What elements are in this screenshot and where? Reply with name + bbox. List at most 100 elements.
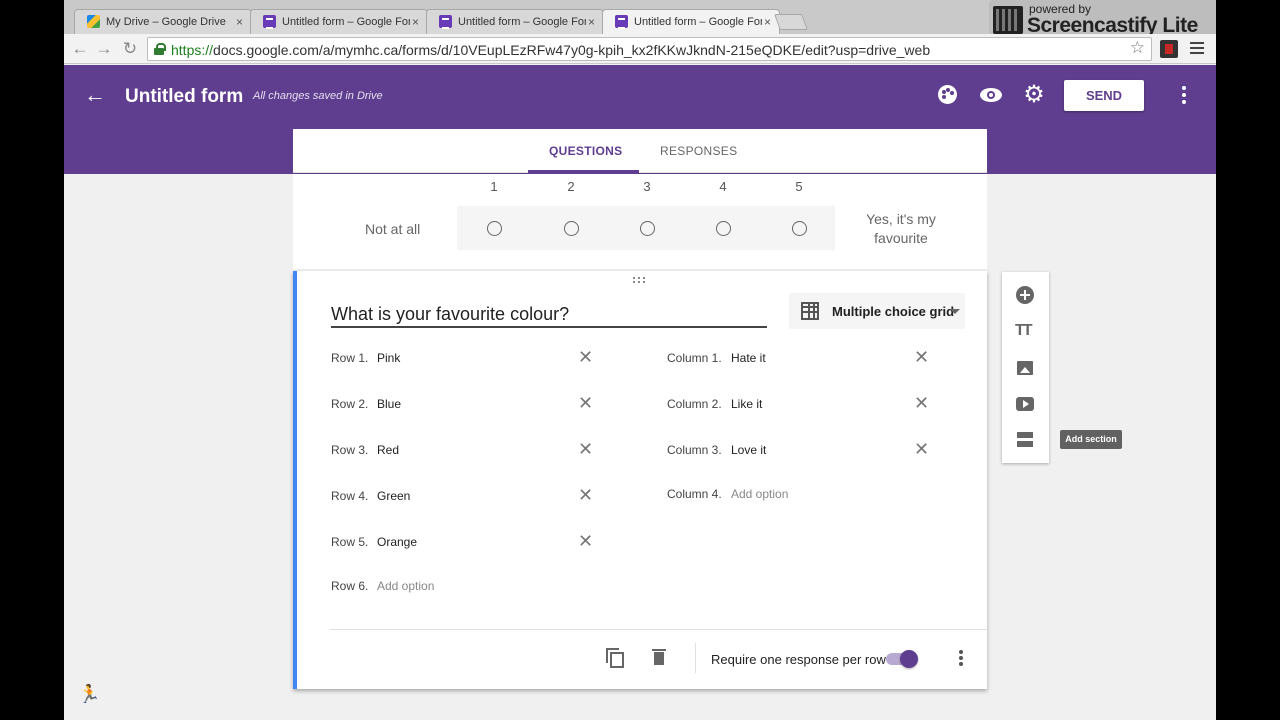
require-response-label: Require one response per row bbox=[711, 652, 886, 667]
add-video-icon[interactable] bbox=[1015, 394, 1035, 414]
preview-eye-icon[interactable] bbox=[979, 83, 1003, 107]
form-title[interactable]: Untitled form bbox=[125, 86, 243, 108]
require-response-toggle[interactable] bbox=[886, 650, 920, 668]
remove-icon[interactable]: ✕ bbox=[578, 486, 593, 504]
linear-scale-question-card[interactable]: 1 2 3 4 5 Not at all Yes, it's my favour… bbox=[293, 174, 987, 269]
browser-tab-form-1[interactable]: Untitled form – Google Forms × bbox=[250, 9, 428, 34]
duplicate-icon[interactable] bbox=[606, 648, 624, 668]
back-arrow-icon[interactable]: ← bbox=[83, 83, 107, 107]
remove-icon[interactable]: ✕ bbox=[914, 440, 929, 458]
close-tab-icon[interactable]: × bbox=[412, 15, 419, 29]
screen: My Drive – Google Drive × Untitled form … bbox=[64, 0, 1216, 720]
add-section-icon[interactable] bbox=[1015, 430, 1035, 450]
grid-icon bbox=[801, 302, 819, 320]
back-arrow-icon[interactable]: ← bbox=[70, 39, 90, 59]
browser-tab-form-2[interactable]: Untitled form – Google Forms × bbox=[426, 9, 604, 34]
google-drive-icon bbox=[87, 15, 100, 28]
column-number: Column 1. bbox=[667, 351, 722, 365]
palette-icon[interactable] bbox=[936, 83, 960, 107]
grid-row-option[interactable]: Row 1. Pink ✕ bbox=[331, 348, 593, 369]
scale-radio bbox=[792, 221, 807, 236]
add-image-icon[interactable] bbox=[1015, 358, 1035, 378]
close-tab-icon[interactable]: × bbox=[764, 15, 771, 29]
grid-column-option[interactable]: Column 2. Like it ✕ bbox=[667, 394, 929, 415]
remove-icon[interactable]: ✕ bbox=[914, 394, 929, 412]
forward-arrow-icon[interactable]: → bbox=[94, 39, 114, 59]
runner-icon[interactable]: 🏃 bbox=[78, 684, 100, 704]
scale-low-label: Not at all bbox=[365, 221, 421, 237]
question-card[interactable]: What is your favourite colour? Multiple … bbox=[293, 271, 987, 689]
active-tab-indicator bbox=[528, 170, 639, 173]
remove-icon[interactable]: ✕ bbox=[578, 440, 593, 458]
remove-icon[interactable]: ✕ bbox=[578, 394, 593, 412]
row-number: Row 4. bbox=[331, 489, 369, 503]
column-value[interactable]: Hate it bbox=[731, 351, 766, 365]
row-value[interactable]: Red bbox=[377, 443, 399, 457]
scale-number: 2 bbox=[567, 179, 575, 194]
browser-tab-drive[interactable]: My Drive – Google Drive × bbox=[74, 9, 252, 34]
address-bar[interactable]: https://docs.google.com/a/mymhc.ca/forms… bbox=[147, 37, 1152, 61]
grid-row-option[interactable]: Row 3. Red ✕ bbox=[331, 440, 593, 461]
add-option-placeholder[interactable]: Add option bbox=[377, 579, 434, 593]
scale-number: 4 bbox=[719, 179, 727, 194]
remove-icon[interactable]: ✕ bbox=[578, 532, 593, 550]
row-number: Row 2. bbox=[331, 397, 369, 411]
scale-radio bbox=[487, 221, 502, 236]
more-vert-icon[interactable] bbox=[1174, 85, 1194, 107]
side-toolbar: TT bbox=[1002, 272, 1049, 463]
url-text: https://docs.google.com/a/mymhc.ca/forms… bbox=[171, 42, 931, 58]
lock-icon bbox=[154, 43, 166, 55]
footer-separator bbox=[695, 643, 696, 673]
scale-radio bbox=[640, 221, 655, 236]
scale-number: 5 bbox=[795, 179, 803, 194]
row-number: Row 6. bbox=[331, 579, 369, 593]
screencastify-extension-icon[interactable] bbox=[1160, 40, 1178, 58]
google-forms-icon bbox=[439, 15, 452, 29]
row-value[interactable]: Green bbox=[377, 489, 410, 503]
film-icon bbox=[993, 6, 1023, 34]
question-title-input[interactable]: What is your favourite colour? bbox=[331, 304, 767, 328]
grid-column-option[interactable]: Column 3. Love it ✕ bbox=[667, 440, 929, 461]
close-tab-icon[interactable]: × bbox=[588, 15, 595, 29]
row-value[interactable]: Blue bbox=[377, 397, 401, 411]
new-tab-button[interactable] bbox=[774, 14, 808, 30]
google-forms-icon bbox=[263, 15, 276, 29]
send-button[interactable]: SEND bbox=[1064, 80, 1144, 111]
scale-number: 1 bbox=[490, 179, 498, 194]
grid-row-option[interactable]: Row 4. Green ✕ bbox=[331, 486, 593, 507]
remove-icon[interactable]: ✕ bbox=[914, 348, 929, 366]
column-value[interactable]: Love it bbox=[731, 443, 766, 457]
row-value[interactable]: Pink bbox=[377, 351, 400, 365]
form-tabs: QUESTIONS RESPONSES bbox=[293, 129, 987, 173]
add-option-placeholder[interactable]: Add option bbox=[731, 487, 788, 501]
grid-column-option[interactable]: Column 1. Hate it ✕ bbox=[667, 348, 929, 369]
close-tab-icon[interactable]: × bbox=[236, 15, 243, 29]
add-column-option[interactable]: Column 4. Add option bbox=[667, 485, 927, 505]
column-value[interactable]: Like it bbox=[731, 397, 762, 411]
caret-down-icon bbox=[950, 309, 960, 314]
settings-gear-icon[interactable]: ⚙ bbox=[1022, 83, 1046, 107]
scale-radio bbox=[564, 221, 579, 236]
browser-tab-title: My Drive – Google Drive bbox=[106, 16, 226, 28]
card-footer-divider bbox=[330, 629, 987, 630]
google-forms-icon bbox=[615, 15, 628, 29]
save-status: All changes saved in Drive bbox=[253, 90, 383, 102]
remove-icon[interactable]: ✕ bbox=[578, 348, 593, 366]
question-type-dropdown[interactable]: Multiple choice grid bbox=[789, 293, 965, 329]
more-vert-icon[interactable] bbox=[955, 649, 967, 667]
bookmark-star-icon[interactable]: ☆ bbox=[1130, 38, 1145, 58]
tab-responses[interactable]: RESPONSES bbox=[660, 144, 737, 158]
browser-tab-form-active[interactable]: Untitled form – Google Forms × bbox=[602, 9, 780, 35]
grid-row-option[interactable]: Row 2. Blue ✕ bbox=[331, 394, 593, 415]
add-question-icon[interactable] bbox=[1015, 285, 1035, 305]
add-row-option[interactable]: Row 6. Add option bbox=[331, 577, 591, 597]
tab-questions[interactable]: QUESTIONS bbox=[549, 144, 622, 158]
delete-icon[interactable] bbox=[652, 649, 666, 665]
grid-row-option[interactable]: Row 5. Orange ✕ bbox=[331, 532, 593, 553]
browser-menu-icon[interactable] bbox=[1190, 42, 1204, 54]
row-value[interactable]: Orange bbox=[377, 535, 417, 549]
add-title-icon[interactable]: TT bbox=[1015, 321, 1035, 341]
reload-icon[interactable]: ↻ bbox=[120, 39, 140, 59]
drag-handle-icon[interactable] bbox=[633, 277, 647, 285]
column-number: Column 2. bbox=[667, 397, 722, 411]
